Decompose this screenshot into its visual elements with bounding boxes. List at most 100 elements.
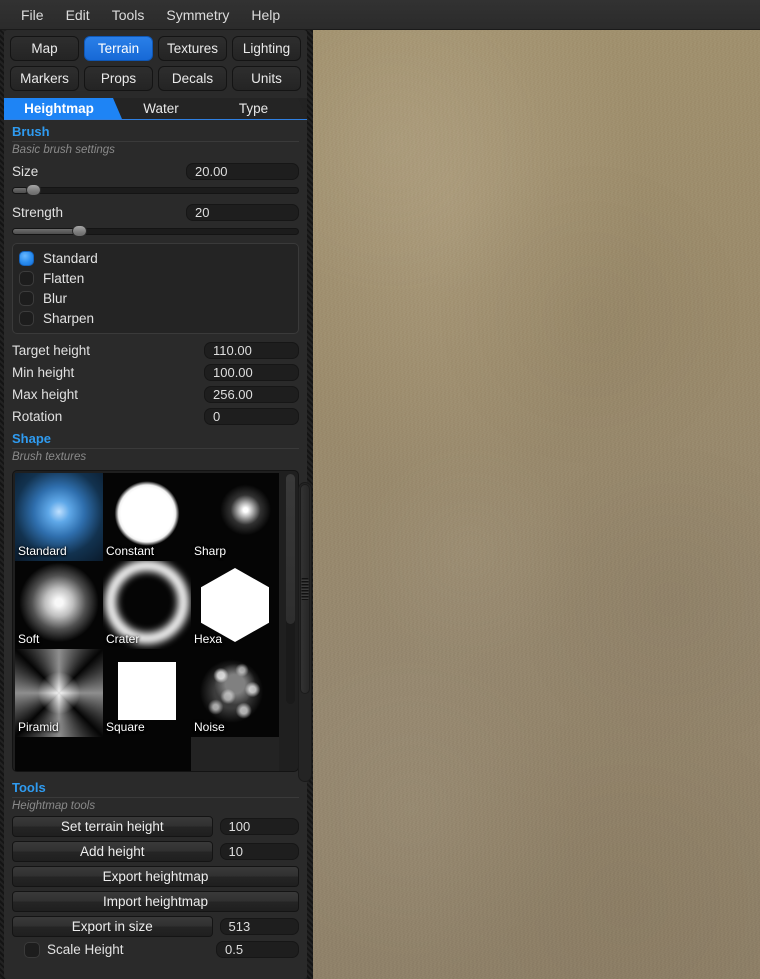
- brush-texture-scrollbar-thumb[interactable]: [286, 474, 295, 624]
- brush-texture-constant[interactable]: Constant: [103, 473, 191, 561]
- brush-texture-sharp[interactable]: Sharp: [191, 473, 279, 561]
- max-height-label: Max height: [12, 386, 79, 402]
- category-button-decals[interactable]: Decals: [158, 66, 227, 91]
- terrain-surface-noise: [313, 30, 760, 979]
- brush-texture-scrollbar[interactable]: [286, 474, 295, 704]
- export-in-size-row: Export in size 513: [4, 916, 307, 937]
- brush-size-slider-track: [12, 187, 299, 194]
- category-button-lighting[interactable]: Lighting: [232, 36, 301, 61]
- editor-panel-content: Map Terrain Textures Lighting Markers Pr…: [4, 30, 307, 979]
- tab-type[interactable]: Type: [208, 98, 307, 119]
- section-header-tools: Tools: [12, 780, 46, 795]
- brush-texture-row4-2[interactable]: [103, 737, 191, 771]
- category-button-props[interactable]: Props: [84, 66, 153, 91]
- editor-panel: Map Terrain Textures Lighting Markers Pr…: [0, 30, 313, 979]
- menu-item-help[interactable]: Help: [240, 3, 291, 27]
- brush-size-slider-thumb[interactable]: [26, 184, 41, 196]
- brush-strength-label: Strength: [12, 204, 64, 220]
- export-heightmap-row: Export heightmap: [4, 866, 307, 887]
- tab-strip: Heightmap Water Type: [4, 98, 307, 120]
- brush-texture-row4-1[interactable]: [15, 737, 103, 771]
- section-subtitle-brush: Basic brush settings: [12, 144, 115, 156]
- set-terrain-height-row: Set terrain height 100: [4, 816, 307, 837]
- rotation-row: Rotation 0: [4, 405, 307, 427]
- brush-strength-input[interactable]: 20: [186, 203, 299, 221]
- scale-height-label: Scale Height: [47, 942, 124, 957]
- brush-texture-row4-1-icon: [15, 737, 103, 771]
- tab-heightmap[interactable]: Heightmap: [4, 98, 122, 119]
- brush-texture-soft-icon: [15, 561, 103, 649]
- brush-texture-hexa[interactable]: Hexa: [191, 561, 279, 649]
- brush-texture-crater[interactable]: Crater: [103, 561, 191, 649]
- brush-texture-piramid-icon: [15, 649, 103, 737]
- scale-height-checkbox[interactable]: [24, 941, 40, 958]
- terrain-viewport[interactable]: [313, 30, 760, 979]
- brush-texture-standard-icon: [15, 473, 103, 561]
- brush-mode-flatten[interactable]: Flatten: [13, 268, 298, 288]
- menu-item-symmetry[interactable]: Symmetry: [155, 3, 240, 27]
- brush-texture-sharp-icon: [191, 473, 279, 561]
- brush-mode-standard[interactable]: Standard: [13, 248, 298, 268]
- target-height-label: Target height: [12, 342, 91, 358]
- menu-item-tools[interactable]: Tools: [101, 3, 156, 27]
- brush-strength-slider-thumb[interactable]: [72, 225, 87, 237]
- scale-height-row: Scale Height 0.5: [4, 941, 307, 958]
- radio-selected-icon: [19, 250, 34, 266]
- brush-texture-square[interactable]: Square: [103, 649, 191, 737]
- section-subtitle-shape: Brush textures: [12, 451, 87, 463]
- radio-unselected-icon: [19, 290, 34, 306]
- brush-texture-noise[interactable]: Noise: [191, 649, 279, 737]
- category-button-row-1: Map Terrain Textures Lighting: [4, 30, 307, 61]
- category-button-map[interactable]: Map: [10, 36, 79, 61]
- max-height-input[interactable]: 256.00: [204, 385, 299, 403]
- export-in-size-button[interactable]: Export in size: [12, 916, 213, 937]
- min-height-row: Min height 100.00: [4, 361, 307, 383]
- brush-texture-row4-2-icon: [103, 737, 191, 771]
- set-terrain-height-input[interactable]: 100: [219, 818, 299, 835]
- import-heightmap-button[interactable]: Import heightmap: [12, 891, 299, 912]
- brush-texture-row4-3[interactable]: [191, 737, 279, 771]
- radio-unselected-icon: [19, 310, 34, 326]
- brush-texture-piramid[interactable]: Piramid: [15, 649, 103, 737]
- tab-water[interactable]: Water: [110, 98, 220, 119]
- import-heightmap-row: Import heightmap: [4, 891, 307, 912]
- panel-scrollbar-thumb[interactable]: [300, 484, 310, 694]
- brush-strength-slider[interactable]: [12, 225, 299, 237]
- scale-height-input[interactable]: 0.5: [216, 941, 299, 958]
- target-height-row: Target height 110.00: [4, 339, 307, 361]
- add-height-button[interactable]: Add height: [12, 841, 213, 862]
- target-height-input[interactable]: 110.00: [204, 341, 299, 359]
- section-subtitle-tools: Heightmap tools: [12, 800, 96, 812]
- rotation-input[interactable]: 0: [204, 407, 299, 425]
- add-height-input[interactable]: 10: [219, 843, 299, 860]
- brush-texture-soft[interactable]: Soft: [15, 561, 103, 649]
- add-height-row: Add height 10: [4, 841, 307, 862]
- scrollbar-grip-icon: [301, 578, 309, 600]
- brush-mode-blur[interactable]: Blur: [13, 288, 298, 308]
- category-button-row-2: Markers Props Decals Units: [4, 66, 307, 91]
- menu-bar: File Edit Tools Symmetry Help: [0, 0, 760, 30]
- menu-item-file[interactable]: File: [10, 3, 55, 27]
- category-button-textures[interactable]: Textures: [158, 36, 227, 61]
- brush-size-input[interactable]: 20.00: [186, 162, 299, 180]
- category-button-markers[interactable]: Markers: [10, 66, 79, 91]
- export-in-size-input[interactable]: 513: [219, 918, 299, 935]
- menu-item-edit[interactable]: Edit: [55, 3, 101, 27]
- brush-texture-standard[interactable]: Standard: [15, 473, 103, 561]
- brush-texture-square-icon: [103, 649, 191, 737]
- rotation-label: Rotation: [12, 408, 63, 424]
- brush-mode-sharpen-label: Sharpen: [43, 310, 95, 326]
- category-button-units[interactable]: Units: [232, 66, 301, 91]
- brush-mode-blur-label: Blur: [43, 290, 68, 306]
- panel-scrollbar[interactable]: [298, 482, 312, 782]
- brush-strength-slider-fill: [13, 229, 77, 234]
- category-button-terrain[interactable]: Terrain: [84, 36, 153, 61]
- export-heightmap-button[interactable]: Export heightmap: [12, 866, 299, 887]
- brush-mode-sharpen[interactable]: Sharpen: [13, 308, 298, 328]
- brush-size-slider[interactable]: [12, 184, 299, 196]
- brush-texture-panel: Standard Constant Sharp Soft Crater Hexa…: [12, 470, 299, 772]
- application-window: File Edit Tools Symmetry Help Map Terrai…: [0, 0, 760, 979]
- min-height-input[interactable]: 100.00: [204, 363, 299, 381]
- set-terrain-height-button[interactable]: Set terrain height: [12, 816, 213, 837]
- brush-size-label: Size: [12, 163, 39, 179]
